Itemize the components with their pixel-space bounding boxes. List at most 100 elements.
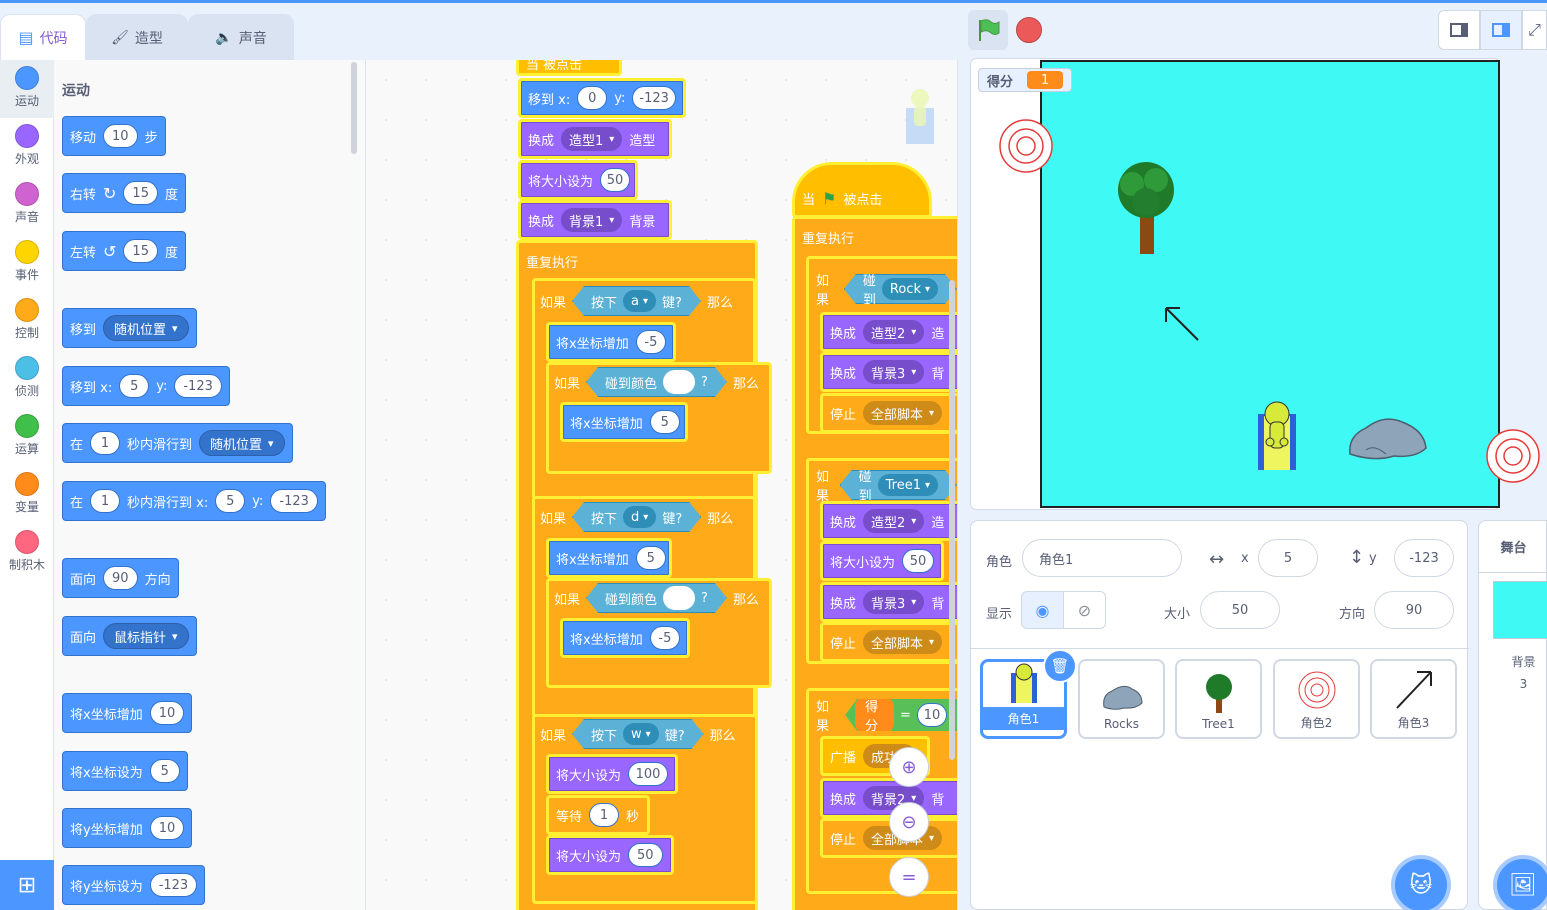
choose-sprite-button[interactable]: 🐱 [1391, 855, 1451, 910]
show-hidden-button[interactable]: ⊘ [1063, 591, 1106, 629]
block-input[interactable]: 50 [628, 843, 663, 867]
block-switch-costume[interactable]: 换成造型1 造型 [518, 119, 672, 159]
block-input[interactable]: 5 [149, 759, 180, 783]
block-input[interactable]: 10 [149, 816, 185, 840]
block-input[interactable]: 50 [902, 549, 934, 573]
y-input[interactable]: -123 [1394, 539, 1454, 577]
block-switch-backdrop[interactable]: 换成背景2背 [820, 778, 957, 818]
block-wait[interactable]: 等待 1 秒 [546, 795, 650, 835]
block-goto-xy[interactable]: 移到 x: 5 y: -123 [62, 366, 230, 406]
block-dropdown[interactable]: 鼠标指针 [103, 623, 189, 649]
touching-color-condition[interactable]: 碰到颜色? [586, 583, 727, 613]
block-dropdown[interactable]: 背景1 [561, 208, 623, 232]
block-change-x[interactable]: 将x坐标增加 -5 [560, 618, 690, 658]
key-pressed-condition[interactable]: 按下 a 键? [572, 286, 701, 316]
palette-scrollbar[interactable] [351, 62, 357, 154]
block-turn-right[interactable]: 右转 ↻ 15 度 [62, 173, 186, 213]
zoom-reset-button[interactable]: = [889, 857, 929, 897]
block-change-y[interactable]: 将y坐标增加 10 [62, 808, 193, 848]
touching-condition[interactable]: 碰到 Rock [844, 274, 957, 304]
sprite-tile[interactable]: 角色3 [1370, 659, 1457, 739]
category-motion[interactable]: 运动 [0, 60, 54, 118]
block-change-x[interactable]: 将x坐标增加 -5 [546, 322, 676, 362]
arrow-sprite[interactable] [1160, 302, 1202, 344]
block-dropdown[interactable]: 造型1 [561, 127, 623, 151]
block-dropdown[interactable]: 全部脚本 [863, 401, 943, 425]
key-dropdown[interactable]: a [623, 290, 656, 312]
stage-panel[interactable]: 舞台 背景 3 🖼 [1478, 520, 1547, 910]
block-goto[interactable]: 移到 随机位置 [62, 308, 197, 348]
rock-sprite[interactable] [1344, 410, 1430, 466]
category-control[interactable]: 控制 [0, 292, 54, 350]
block-switch-costume[interactable]: 换成造型2 造 [820, 501, 957, 541]
block-input[interactable]: 5 [215, 489, 246, 513]
hat-block-green-flag[interactable]: 当 ⚑ 被点击 [792, 162, 932, 218]
key-dropdown[interactable]: w [623, 723, 659, 745]
block-input[interactable]: -123 [632, 86, 676, 110]
block-input[interactable]: 1 [589, 803, 620, 827]
block-input[interactable]: 1 [90, 431, 121, 455]
block-input[interactable]: 5 [635, 546, 666, 570]
block-change-x[interactable]: 将x坐标增加 5 [546, 538, 672, 578]
block-dropdown[interactable]: 全部脚本 [863, 630, 943, 654]
block-switch-backdrop[interactable]: 换成背景1 背景 [518, 200, 672, 240]
block-input[interactable]: -123 [270, 489, 318, 513]
code-workspace[interactable]: 当 被点击 移到 x:0y:-123 换成造型1造型 将大小设为50 换成背景1… [366, 60, 958, 910]
block-input[interactable]: -123 [174, 374, 222, 398]
touching-color-condition[interactable]: 碰到颜色? [586, 367, 727, 397]
workspace-scrollbar[interactable] [949, 280, 955, 760]
key-pressed-condition[interactable]: 按下 w 键? [572, 719, 704, 749]
block-input[interactable]: 50 [600, 168, 631, 192]
block-move[interactable]: 移动 10 步 [62, 116, 166, 156]
direction-input[interactable]: 90 [1374, 591, 1454, 629]
block-dropdown[interactable]: 随机位置 [103, 315, 189, 341]
size-input[interactable]: 50 [1200, 591, 1280, 629]
block-input[interactable]: 5 [119, 374, 150, 398]
zoom-in-button[interactable]: ⊕ [889, 747, 929, 787]
normal-stage-button[interactable] [1480, 10, 1522, 50]
block-input[interactable]: 15 [123, 181, 158, 205]
block-dropdown[interactable]: 造型2 [863, 320, 925, 344]
small-stage-button[interactable] [1438, 10, 1480, 50]
stop-button[interactable] [1016, 17, 1042, 43]
score-monitor[interactable]: 得分 1 [978, 68, 1073, 92]
delete-sprite-button[interactable]: 🗑 [1043, 649, 1077, 683]
block-set-size[interactable]: 将大小设为 100 [546, 754, 678, 794]
category-sound[interactable]: 声音 [0, 176, 54, 234]
block-set-size[interactable]: 将大小设为 50 [546, 835, 674, 875]
block-set-x[interactable]: 将x坐标设为 5 [62, 751, 188, 791]
tab-code[interactable]: ▤ 代码 [0, 14, 86, 60]
block-switch-backdrop[interactable]: 换成背景3 背 [820, 582, 957, 622]
touch-dropdown[interactable]: Tree1 [878, 474, 938, 496]
hat-block-green-flag[interactable]: 当 被点击 [516, 60, 622, 76]
choose-backdrop-button[interactable]: 🖼 [1493, 855, 1547, 910]
block-change-x[interactable]: 将x坐标增加 10 [62, 693, 193, 733]
block-input[interactable]: 15 [123, 239, 158, 263]
block-dropdown[interactable]: 背景3 [863, 360, 925, 384]
block-stop[interactable]: 停止 全部脚本 [820, 393, 957, 433]
key-dropdown[interactable]: d [623, 506, 656, 528]
add-extension-button[interactable]: ⊞ [0, 860, 54, 910]
show-visible-button[interactable]: ◉ [1021, 591, 1064, 629]
block-input[interactable]: 5 [649, 410, 680, 434]
green-flag-button[interactable] [968, 10, 1008, 50]
fullscreen-button[interactable]: ⤢ [1522, 10, 1547, 50]
category-operators[interactable]: 运算 [0, 408, 54, 466]
robot-sprite[interactable] [1254, 400, 1300, 472]
tree-sprite[interactable] [1106, 160, 1186, 256]
block-set-size[interactable]: 将大小设为 50 [518, 160, 638, 200]
block-glide[interactable]: 在 1 秒内滑行到 随机位置 [62, 423, 293, 463]
block-input[interactable]: 1 [90, 489, 121, 513]
category-variables[interactable]: 变量 [0, 466, 54, 524]
category-events[interactable]: 事件 [0, 234, 54, 292]
block-point-direction[interactable]: 面向 90 方向 [62, 558, 179, 598]
color-swatch[interactable] [663, 586, 695, 610]
category-sensing[interactable]: 侦测 [0, 350, 54, 408]
touching-condition[interactable]: 碰到 Tree1 [840, 470, 957, 500]
score-variable[interactable]: 得分 [855, 699, 895, 731]
target-sprite-right[interactable] [1485, 428, 1541, 484]
block-input[interactable]: 0 [577, 86, 608, 110]
equals-condition[interactable]: 得分 = 10 [845, 699, 957, 731]
stage-backdrop-thumbnail[interactable] [1493, 581, 1547, 639]
block-input[interactable]: -5 [635, 330, 666, 354]
